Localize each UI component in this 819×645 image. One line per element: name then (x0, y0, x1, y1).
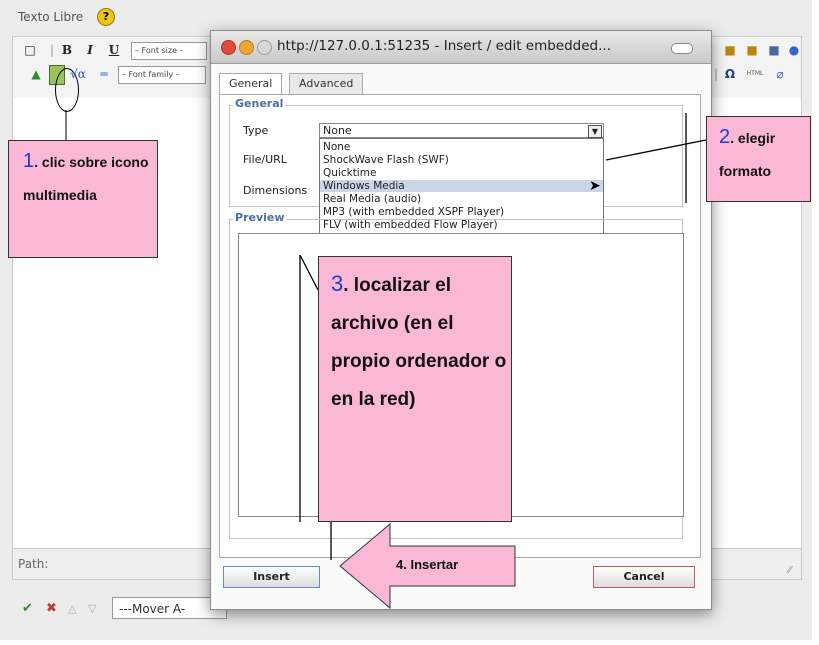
step2-callout: 2. elegir formato (706, 116, 811, 202)
step1-callout: 1. clic sobre icono multimedia (8, 140, 158, 258)
step2-number: 2 (719, 126, 731, 148)
step4-label: 4. Insertar (396, 557, 459, 572)
step3-number: 3 (331, 271, 344, 296)
pointer-line-3c (299, 254, 319, 291)
step1-number: 1 (23, 150, 35, 172)
pointer-line-2 (605, 139, 707, 161)
step1-text: . clic sobre icono multimedia (23, 154, 149, 203)
step3-callout: 3. localizar el archivo (en el propio or… (318, 256, 512, 522)
step3-text: . localizar el archivo (en el propio ord… (331, 275, 507, 410)
